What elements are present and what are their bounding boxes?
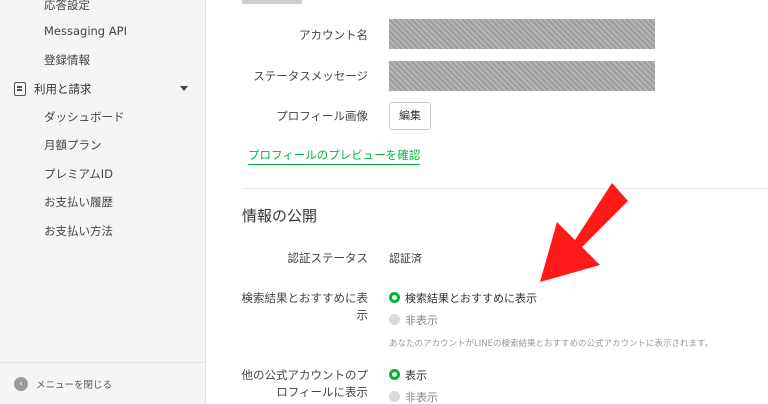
search-hide-radio[interactable]	[389, 314, 400, 325]
other-profile-label-line1: 他の公式アカウントのプ	[241, 368, 369, 382]
sidebar-group-label: 利用と請求	[34, 82, 92, 96]
sidebar-item-payment-method[interactable]: お支払い方法	[44, 223, 113, 239]
section-heading-cut	[242, 0, 302, 4]
edit-profile-image-button[interactable]: 編集	[389, 102, 431, 130]
search-hide-label: 非表示	[405, 314, 438, 327]
profile-image-label: プロフィール画像	[276, 109, 368, 123]
search-visibility-label-line1: 検索結果とおすすめに表	[241, 291, 369, 305]
profile-preview-link[interactable]: プロフィールのプレビューを確認	[248, 147, 421, 165]
section-divider	[242, 188, 768, 189]
other-show-radio[interactable]	[389, 369, 400, 380]
search-show-label: 検索結果とおすすめに表示	[405, 292, 537, 305]
sidebar-item-messaging-api[interactable]: Messaging API	[44, 24, 127, 38]
sidebar: 応答設定 Messaging API 登録情報 利用と請求 ダッシュボード 月額…	[0, 0, 206, 404]
sidebar-item-payment-history[interactable]: お支払い履歴	[44, 194, 113, 210]
search-show-radio[interactable]	[389, 292, 400, 303]
sidebar-item-auto-reply[interactable]: 応答設定	[44, 0, 90, 13]
caret-down-icon	[180, 86, 188, 91]
info-section-title: 情報の公開	[242, 207, 318, 225]
cert-status-value: 認証済	[389, 252, 422, 265]
close-menu-label: メニューを閉じる	[36, 379, 113, 391]
account-name-label: アカウント名	[299, 28, 368, 42]
sidebar-item-premium-id[interactable]: プレミアムID	[44, 166, 113, 182]
sidebar-group-billing[interactable]: 利用と請求	[14, 79, 194, 99]
main-content: アカウント名 ステータスメッセージ プロフィール画像 編集 プロフィールのプレビ…	[206, 0, 768, 404]
other-show-label: 表示	[405, 369, 427, 382]
other-hide-radio[interactable]	[389, 391, 400, 402]
sidebar-item-dashboard[interactable]: ダッシュボード	[44, 109, 125, 125]
search-visibility-note: あなたのアカウントがLINEの検索結果とおすすめの公式アカウントに表示されます。	[389, 339, 714, 349]
search-visibility-label-line2: 示	[356, 308, 369, 322]
chevron-left-icon: ‹	[14, 376, 28, 391]
other-profile-label-line2: ロフィールに表示	[276, 385, 368, 399]
status-message-redacted-field	[389, 61, 655, 91]
sidebar-item-registration-info[interactable]: 登録情報	[44, 52, 90, 68]
other-hide-label: 非表示	[405, 391, 438, 404]
account-name-redacted-field	[389, 19, 655, 49]
document-icon	[14, 82, 26, 96]
close-menu-button[interactable]: ‹ メニューを閉じる	[0, 362, 206, 404]
sidebar-item-monthly-plan[interactable]: 月額プラン	[44, 137, 102, 153]
cert-status-label: 認証ステータス	[287, 251, 369, 265]
status-message-label: ステータスメッセージ	[253, 69, 368, 83]
